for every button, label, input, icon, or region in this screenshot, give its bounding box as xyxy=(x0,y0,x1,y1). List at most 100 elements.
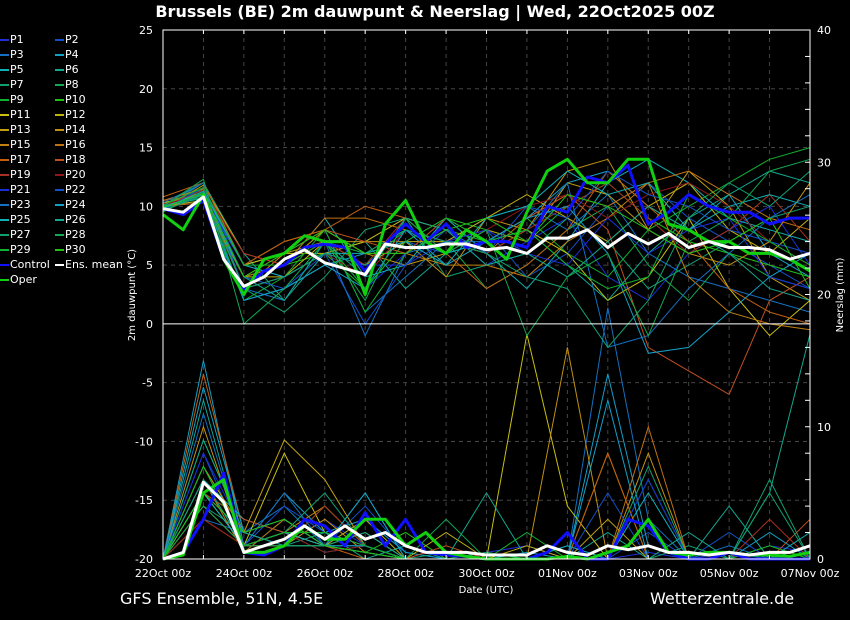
legend-item-p12: P12 xyxy=(55,107,86,122)
legend-label: P11 xyxy=(10,108,31,121)
legend-label: P28 xyxy=(65,228,86,241)
legend-item-p5: P5 xyxy=(0,62,24,77)
x-tick-label: 26Oct 00z xyxy=(297,567,354,580)
x-tick-label: 01Nov 00z xyxy=(538,567,597,580)
legend-label: P15 xyxy=(10,138,31,151)
legend-swatch xyxy=(55,84,64,86)
y-tick-label: 15 xyxy=(139,142,153,155)
legend-item-p29: P29 xyxy=(0,242,31,257)
legend-swatch xyxy=(0,39,9,41)
legend-swatch xyxy=(0,264,9,266)
y-tick-label: 0 xyxy=(146,318,153,331)
legend-swatch xyxy=(0,249,9,251)
legend-label: P20 xyxy=(65,168,86,181)
legend-label: P1 xyxy=(10,33,24,46)
legend-label: P6 xyxy=(65,63,79,76)
legend-item-p10: P10 xyxy=(55,92,86,107)
legend-item-p21: P21 xyxy=(0,182,31,197)
legend-label: P18 xyxy=(65,153,86,166)
y2-axis-label: Neerslag (mm) xyxy=(835,257,846,332)
legend-label: P25 xyxy=(10,213,31,226)
legend-label: P3 xyxy=(10,48,24,61)
legend-swatch xyxy=(0,129,9,131)
x-tick-label: 24Oct 00z xyxy=(216,567,273,580)
legend-label: Control xyxy=(10,258,50,271)
legend-item-p14: P14 xyxy=(55,122,86,137)
legend-swatch xyxy=(55,249,64,251)
legend-label: P21 xyxy=(10,183,31,196)
legend-swatch xyxy=(55,264,64,266)
y-tick-label: 5 xyxy=(146,259,153,272)
legend-item-p30: P30 xyxy=(55,242,86,257)
y2-tick-label: 0 xyxy=(817,553,824,566)
legend-label: P10 xyxy=(65,93,86,106)
legend-swatch xyxy=(55,219,64,221)
legend-item-p17: P17 xyxy=(0,152,31,167)
legend-swatch xyxy=(55,204,64,206)
legend-swatch xyxy=(0,204,9,206)
legend-label: P17 xyxy=(10,153,31,166)
y-tick-label: -5 xyxy=(142,377,153,390)
x-tick-label: 22Oct 00z xyxy=(135,567,192,580)
legend-label: P14 xyxy=(65,123,86,136)
legend-item-p23: P23 xyxy=(0,197,31,212)
legend-swatch xyxy=(55,99,64,101)
legend-swatch xyxy=(0,69,9,71)
legend-item-p13: P13 xyxy=(0,122,31,137)
legend-item-p3: P3 xyxy=(0,47,24,62)
legend-label: Oper xyxy=(10,273,37,286)
legend-swatch xyxy=(0,84,9,86)
legend-item-p7: P7 xyxy=(0,77,24,92)
legend-swatch xyxy=(55,189,64,191)
legend-swatch xyxy=(55,159,64,161)
legend-swatch xyxy=(55,39,64,41)
legend-swatch xyxy=(0,189,9,191)
legend-item-p27: P27 xyxy=(0,227,31,242)
legend-item-p20: P20 xyxy=(55,167,86,182)
legend-label: P2 xyxy=(65,33,79,46)
legend-label: P22 xyxy=(65,183,86,196)
legend-label: P19 xyxy=(10,168,31,181)
legend-swatch xyxy=(0,234,9,236)
legend-label: P12 xyxy=(65,108,86,121)
y-tick-label: -15 xyxy=(135,494,153,507)
dewpoint-precip-chart: Brussels (BE) 2m dauwpunt & Neerslag | W… xyxy=(127,2,846,596)
legend-label: P7 xyxy=(10,78,24,91)
legend-label: P27 xyxy=(10,228,31,241)
y-tick-label: 20 xyxy=(139,83,153,96)
x-tick-label: 30Oct 00z xyxy=(458,567,515,580)
legend-label: P5 xyxy=(10,63,24,76)
legend-item-p11: P11 xyxy=(0,107,31,122)
footer-site: Wetterzentrale.de xyxy=(650,589,795,608)
legend-item-control: Control xyxy=(0,257,50,272)
y2-tick-label: 40 xyxy=(817,24,831,37)
legend-swatch xyxy=(55,129,64,131)
legend-item-ens-mean: Ens. mean xyxy=(55,257,123,272)
legend-item-p24: P24 xyxy=(55,197,86,212)
legend-label: P9 xyxy=(10,93,24,106)
legend-swatch xyxy=(55,234,64,236)
legend-swatch xyxy=(0,174,9,176)
legend-item-p28: P28 xyxy=(55,227,86,242)
x-tick-label: 03Nov 00z xyxy=(619,567,678,580)
legend-label: P16 xyxy=(65,138,86,151)
legend-item-p1: P1 xyxy=(0,32,24,47)
legend-item-oper: Oper xyxy=(0,272,37,287)
legend-item-p15: P15 xyxy=(0,137,31,152)
grid xyxy=(163,30,810,559)
y2-tick-label: 20 xyxy=(817,289,831,302)
legend-swatch xyxy=(55,114,64,116)
legend-label: P24 xyxy=(65,198,86,211)
legend-item-p22: P22 xyxy=(55,182,86,197)
legend-item-p8: P8 xyxy=(55,77,79,92)
legend-swatch xyxy=(0,99,9,101)
legend-swatch xyxy=(55,174,64,176)
legend-item-p2: P2 xyxy=(55,32,79,47)
y-tick-label: -20 xyxy=(135,553,153,566)
legend-swatch xyxy=(0,144,9,146)
legend-label: Ens. mean xyxy=(65,258,123,271)
legend-swatch xyxy=(55,69,64,71)
legend-swatch xyxy=(0,279,9,281)
legend-item-p4: P4 xyxy=(55,47,79,62)
chart-title: Brussels (BE) 2m dauwpunt & Neerslag | W… xyxy=(155,2,714,22)
